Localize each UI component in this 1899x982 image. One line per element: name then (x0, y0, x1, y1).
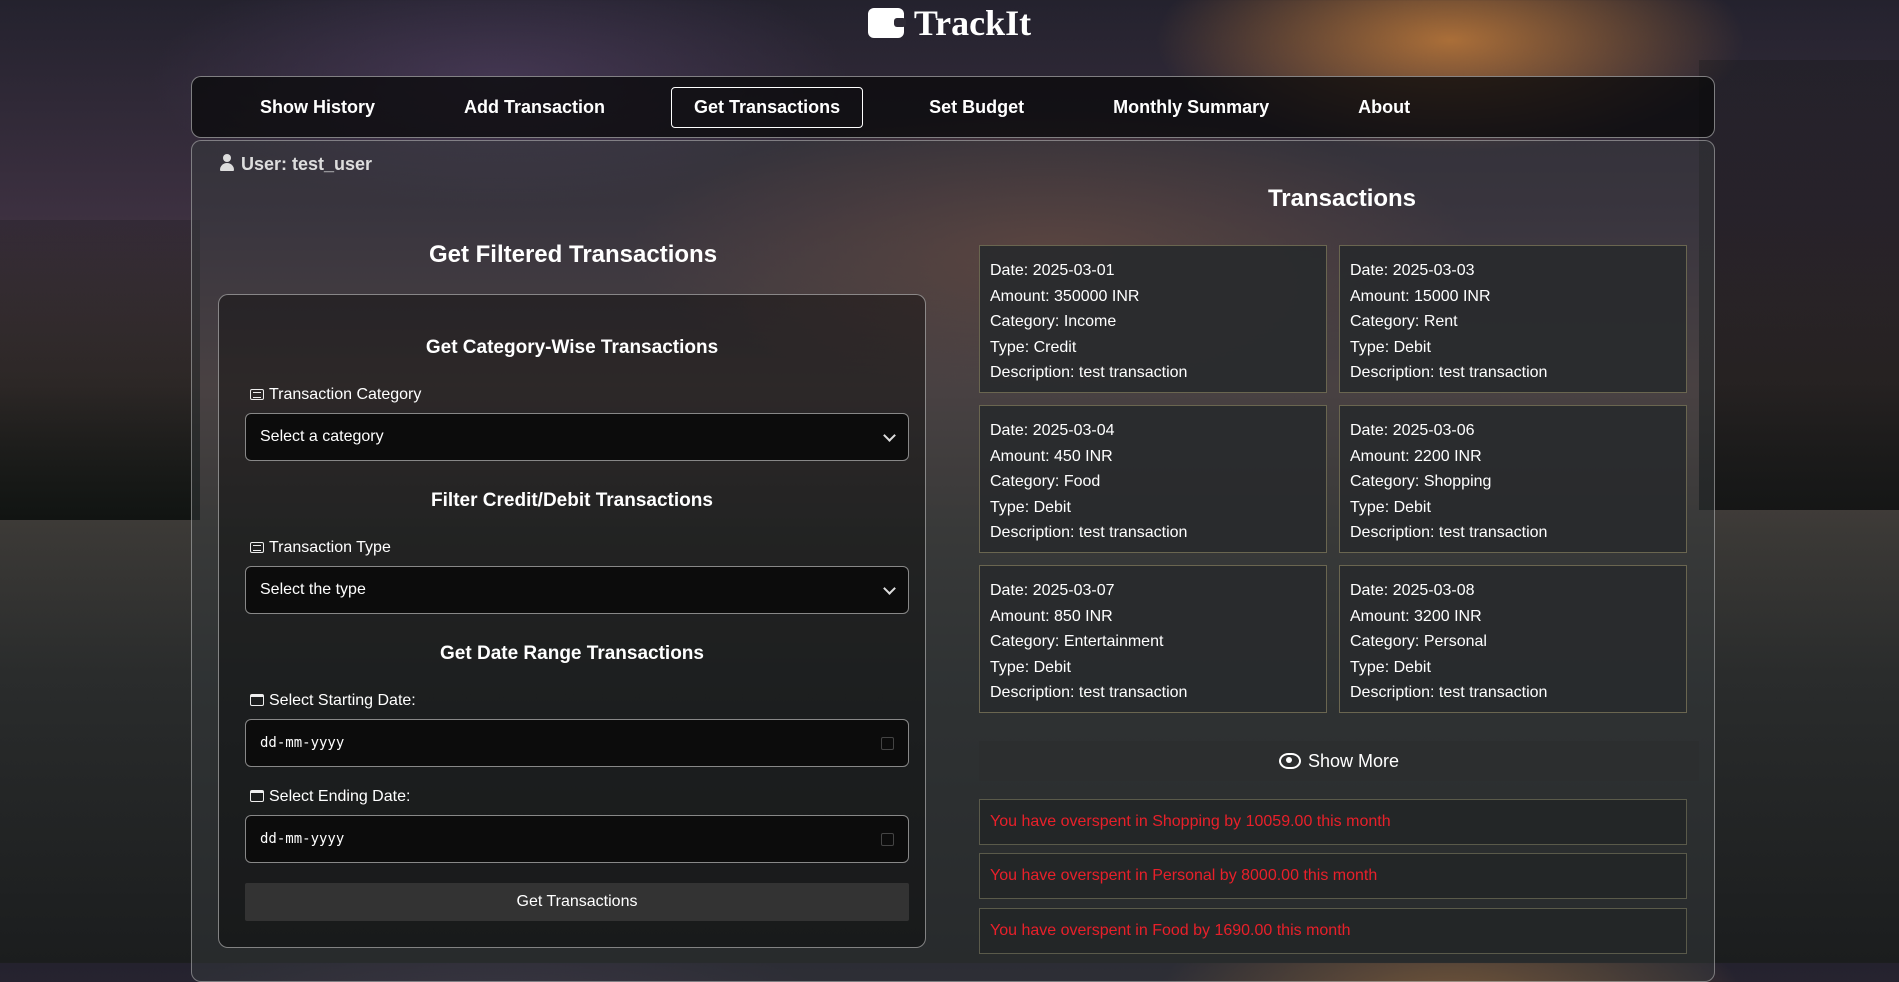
main-panel: User: test_user Get Filtered Transaction… (191, 140, 1715, 982)
transaction-type: Type: Debit (1350, 338, 1431, 356)
wallet-icon (867, 8, 906, 38)
end-date-placeholder: dd-mm-yyyy (260, 831, 345, 847)
transaction-date: Date: 2025-03-06 (1350, 422, 1475, 439)
get-transactions-button[interactable]: Get Transactions (245, 883, 909, 921)
type-label: Transaction Type (250, 539, 391, 557)
transaction-amount: Amount: 350000 INR (990, 287, 1140, 305)
transaction-description: Description: test transaction (1350, 684, 1548, 701)
transaction-type: Type: Debit (1350, 658, 1431, 676)
filter-form: Get Category-Wise Transactions Transacti… (218, 294, 926, 948)
user-icon (219, 154, 235, 172)
filter-title: Get Filtered Transactions (428, 241, 718, 268)
transaction-category: Category: Rent (1350, 313, 1458, 330)
transaction-card: Date: 2025-03-06 Amount: 2200 INR Catego… (1339, 405, 1687, 553)
transaction-card: Date: 2025-03-04 Amount: 450 INR Categor… (979, 405, 1327, 553)
end-date-label-text: Select Ending Date: (269, 788, 411, 805)
transaction-date: Date: 2025-03-04 (990, 422, 1115, 439)
category-select[interactable]: Select a category (245, 413, 909, 461)
transaction-amount: Amount: 15000 INR (1350, 287, 1491, 305)
transaction-category: Category: Shopping (1350, 473, 1492, 490)
app-title: TrackIt (913, 3, 1032, 43)
show-more-button[interactable]: Show More (979, 741, 1699, 781)
transaction-category: Category: Personal (1350, 633, 1487, 650)
chevron-down-icon (883, 428, 896, 442)
type-select[interactable]: Select the type (245, 566, 909, 614)
overspend-alert: You have overspent in Shopping by 10059.… (979, 799, 1687, 845)
transaction-description: Description: test transaction (990, 684, 1188, 701)
nav-add-transaction[interactable]: Add Transaction (441, 87, 628, 128)
start-date-label-text: Select Starting Date: (269, 692, 416, 709)
start-date-input[interactable]: dd-mm-yyyy (245, 719, 909, 767)
transaction-type: Type: Debit (990, 498, 1071, 516)
transaction-card: Date: 2025-03-03 Amount: 15000 INR Categ… (1339, 245, 1687, 393)
transaction-amount: Amount: 2200 INR (1350, 447, 1482, 465)
start-date-placeholder: dd-mm-yyyy (260, 735, 345, 751)
user-info: User: test_user (219, 154, 372, 175)
transaction-card: Date: 2025-03-08 Amount: 3200 INR Catego… (1339, 565, 1687, 713)
transaction-description: Description: test transaction (990, 364, 1188, 381)
transaction-type: Type: Debit (1350, 498, 1431, 516)
start-date-label: Select Starting Date: (250, 692, 416, 710)
type-section-title: Filter Credit/Debit Transactions (431, 490, 713, 511)
transaction-amount: Amount: 850 INR (990, 607, 1113, 625)
nav-show-history[interactable]: Show History (237, 87, 398, 128)
transaction-date: Date: 2025-03-03 (1350, 262, 1475, 279)
eye-icon (1278, 753, 1301, 769)
type-label-text: Transaction Type (269, 539, 391, 556)
transaction-date: Date: 2025-03-07 (990, 582, 1115, 599)
nav-monthly-summary[interactable]: Monthly Summary (1090, 87, 1292, 128)
type-select-value: Select the type (260, 581, 366, 598)
calendar-icon (250, 790, 264, 802)
nav-about[interactable]: About (1335, 87, 1433, 128)
transaction-amount: Amount: 3200 INR (1350, 607, 1482, 625)
end-date-input[interactable]: dd-mm-yyyy (245, 815, 909, 863)
transaction-type: Type: Debit (990, 658, 1071, 676)
calendar-icon (250, 694, 264, 706)
chevron-down-icon (883, 581, 896, 595)
transaction-card: Date: 2025-03-07 Amount: 850 INR Categor… (979, 565, 1327, 713)
show-more-label: Show More (1307, 750, 1400, 771)
user-label: User: test_user (241, 154, 373, 174)
nav-get-transactions[interactable]: Get Transactions (671, 86, 864, 128)
overspend-alert: You have overspent in Personal by 8000.0… (979, 853, 1687, 899)
main-navbar: Show History Add Transaction Get Transac… (191, 76, 1715, 138)
transaction-card: Date: 2025-03-01 Amount: 350000 INR Cate… (979, 245, 1327, 393)
transaction-description: Description: test transaction (990, 524, 1188, 541)
list-icon (250, 542, 264, 553)
category-select-value: Select a category (260, 428, 384, 445)
list-icon (250, 389, 264, 400)
transactions-title: Transactions (1267, 185, 1417, 212)
date-section-title: Get Date Range Transactions (440, 643, 704, 664)
nav-set-budget[interactable]: Set Budget (906, 87, 1047, 128)
transaction-description: Description: test transaction (1350, 524, 1548, 541)
transaction-amount: Amount: 450 INR (990, 447, 1113, 465)
transaction-category: Category: Entertainment (990, 633, 1164, 650)
calendar-picker-icon[interactable] (881, 736, 894, 750)
category-label-text: Transaction Category (269, 386, 422, 403)
transaction-description: Description: test transaction (1350, 364, 1548, 381)
transactions-grid: Date: 2025-03-01 Amount: 350000 INR Cate… (979, 245, 1687, 713)
transaction-category: Category: Food (990, 473, 1101, 490)
overspend-alert: You have overspent in Food by 1690.00 th… (979, 908, 1687, 954)
category-label: Transaction Category (250, 386, 421, 404)
end-date-label: Select Ending Date: (250, 788, 410, 806)
app-brand: TrackIt (0, 2, 1899, 44)
transaction-type: Type: Credit (990, 338, 1077, 356)
transaction-date: Date: 2025-03-08 (1350, 582, 1475, 599)
transaction-category: Category: Income (990, 313, 1117, 330)
calendar-picker-icon[interactable] (881, 832, 894, 846)
category-section-title: Get Category-Wise Transactions (425, 337, 719, 358)
transaction-date: Date: 2025-03-01 (990, 262, 1115, 279)
background-forest-right (1699, 60, 1899, 510)
background-forest-left (0, 220, 200, 520)
